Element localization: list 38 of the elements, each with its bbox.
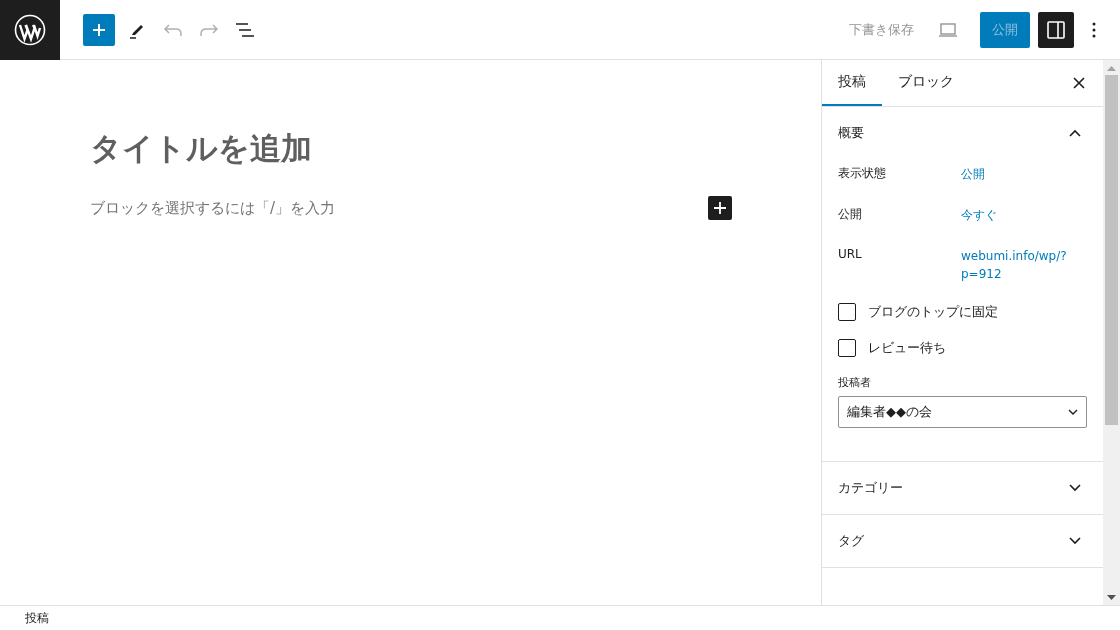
checkbox[interactable] [838,339,856,357]
sidebar-tab[interactable]: 投稿 [822,60,882,106]
setting-label: URL [838,247,863,263]
add-block-button[interactable] [708,196,732,220]
scrollbar[interactable] [1103,60,1120,605]
sidebar-tab[interactable]: ブロック [882,60,970,106]
chevron-down-icon [1068,409,1078,415]
redo-icon [199,22,219,37]
block-placeholder[interactable]: ブロックを選択するには「/」を入力 [90,198,336,218]
chevron-up-icon [1069,129,1081,137]
scroll-down-icon[interactable] [1107,595,1116,600]
panel-header[interactable]: カテゴリー [822,462,1103,514]
checkbox-label: レビュー待ち [868,339,946,357]
checkbox-label: ブログのトップに固定 [868,303,998,321]
sidebar-icon [1046,19,1066,40]
setting-link[interactable]: 公開 [961,165,1071,188]
laptop-icon [938,22,958,37]
title-field[interactable]: タイトルを追加 [90,128,732,170]
plus-icon [714,202,726,214]
panel-header[interactable]: タグ [822,515,1103,567]
plus-icon [92,22,106,37]
undo-icon [163,22,183,37]
wordpress-icon [14,13,46,46]
wordpress-logo-button[interactable] [0,0,60,60]
settings-button[interactable] [1038,11,1074,48]
checkbox[interactable] [838,303,856,321]
chevron-down-icon [1069,484,1081,492]
setting-label: 表示状態 [838,165,887,182]
panel-header[interactable]: 概要 [822,107,1103,159]
setting-label: 公開 [838,206,863,223]
more-icon [1092,21,1096,38]
author-label: 投稿者 [838,375,872,390]
author-select[interactable]: 編集者◆◆の会 [838,396,1087,428]
chevron-down-icon [1069,537,1081,545]
breadcrumb[interactable]: 投稿 [0,605,1120,630]
list-view-icon [235,21,255,38]
setting-link[interactable]: webumi.info/wp/?p=912 [961,247,1071,283]
setting-link[interactable]: 今すぐ [961,206,1071,229]
